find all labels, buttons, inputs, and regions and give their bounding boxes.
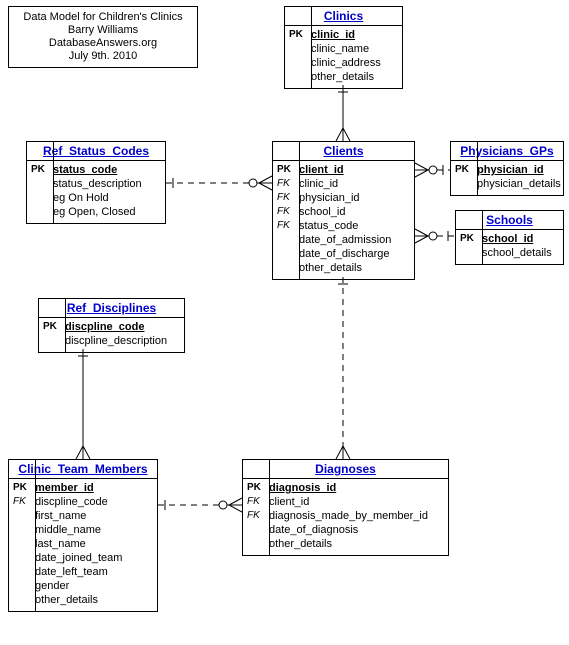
diagram-title-box: Data Model for Children's Clinics Barry …: [8, 6, 198, 68]
entity-title: Schools: [456, 211, 563, 230]
entity-attrs: PKstatus_code status_description eg On H…: [27, 161, 165, 223]
rel-disciplines-members: [76, 349, 90, 459]
title-line-3: DatabaseAnswers.org: [17, 37, 189, 50]
rel-status-clients-ends: [173, 176, 272, 190]
entity-attrs: PKdiscpline_code discpline_description: [39, 318, 184, 352]
entity-clients: Clients PKclient_id FKclinic_id FKphysic…: [272, 141, 415, 280]
entity-clinic-team-members: Clinic_Team_Members PKmember_id FKdiscpl…: [8, 459, 158, 612]
entity-title: Diagnoses: [243, 460, 448, 479]
entity-title: Ref_Status_Codes: [27, 142, 165, 161]
entity-title: Clinic_Team_Members: [9, 460, 157, 479]
rel-members-diagnoses-ends: [165, 498, 242, 512]
entity-attrs: PKschool_id school_details: [456, 230, 563, 264]
rel-clients-diagnoses-ends: [336, 284, 350, 459]
entity-ref-disciplines: Ref_Disciplines PKdiscpline_code discpli…: [38, 298, 185, 353]
entity-title: Clients: [273, 142, 414, 161]
entity-attrs: PKphysician_id physician_details: [451, 161, 563, 195]
entity-title: Ref_Disciplines: [39, 299, 184, 318]
title-line-4: July 9th. 2010: [17, 50, 189, 63]
rel-schools-clients-ends: [415, 229, 448, 243]
title-line-2: Barry Williams: [17, 24, 189, 37]
entity-clinics: Clinics PKclinic_id clinic_name clinic_a…: [284, 6, 403, 89]
entity-title: Physicians_GPs: [451, 142, 563, 161]
entity-physicians-gps: Physicians_GPs PKphysician_id physician_…: [450, 141, 564, 196]
entity-title: Clinics: [285, 7, 402, 26]
entity-attrs: PKmember_id FKdiscpline_code first_name …: [9, 479, 157, 611]
entity-attrs: PKdiagnosis_id FKclient_id FKdiagnosis_m…: [243, 479, 448, 555]
entity-diagnoses: Diagnoses PKdiagnosis_id FKclient_id FKd…: [242, 459, 449, 556]
title-line-1: Data Model for Children's Clinics: [17, 11, 189, 24]
rel-clinics-clients: [336, 85, 350, 141]
entity-attrs: PKclient_id FKclinic_id FKphysician_id F…: [273, 161, 414, 279]
rel-physicians-clients-ends: [415, 163, 443, 177]
diagram-canvas: Data Model for Children's Clinics Barry …: [0, 0, 569, 645]
entity-schools: Schools PKschool_id school_details: [455, 210, 564, 265]
entity-attrs: PKclinic_id clinic_name clinic_address o…: [285, 26, 402, 88]
entity-ref-status-codes: Ref_Status_Codes PKstatus_code status_de…: [26, 141, 166, 224]
